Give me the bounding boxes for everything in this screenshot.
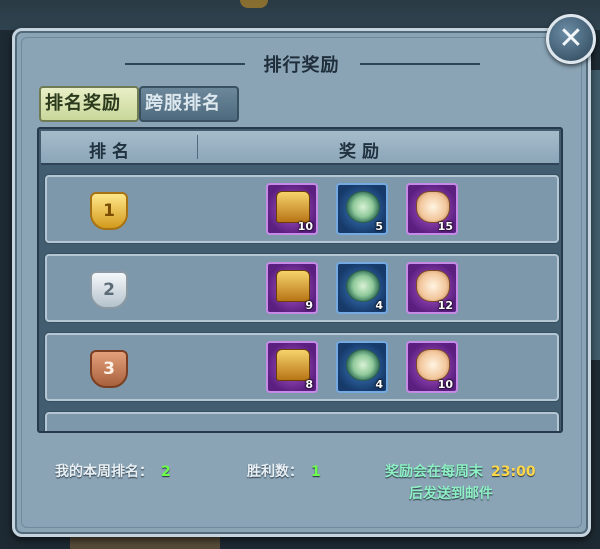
- reward-item[interactable]: 10: [406, 341, 458, 393]
- wins-label: 胜利数：: [247, 464, 303, 480]
- item-quantity: 10: [297, 220, 313, 233]
- rank-row-3: 3 8 4 10: [45, 333, 559, 401]
- jade-disc-icon: [346, 349, 380, 381]
- item-quantity: 12: [437, 299, 453, 312]
- my-rank-value: 2: [161, 464, 171, 480]
- reward-list[interactable]: 排名 奖励 1 10 5 15 2 9 4 12 3 8 4 10: [37, 127, 563, 433]
- reward-notice-line-2: 后发送到邮件: [409, 486, 493, 502]
- column-reward: 奖励: [339, 142, 385, 162]
- win-count: 胜利数： 1: [247, 461, 321, 481]
- rank-row-2: 2 9 4 12: [45, 254, 559, 322]
- notice-time: 23:00: [491, 464, 536, 480]
- seal-badge-icon: [416, 270, 450, 302]
- reward-item[interactable]: 4: [336, 262, 388, 314]
- treasure-chest-icon: [276, 349, 310, 381]
- dialog-title: 排行奖励: [263, 55, 340, 76]
- close-icon: ✕: [558, 21, 584, 56]
- reward-notice-line-1: 奖励会在每周末 23:00: [385, 461, 536, 481]
- list-header: 排名 奖励: [41, 131, 559, 165]
- bronze-medal-icon: 3: [90, 350, 128, 388]
- treasure-chest-icon: [276, 191, 310, 223]
- reward-item[interactable]: 8: [266, 341, 318, 393]
- seal-badge-icon: [416, 349, 450, 381]
- close-button[interactable]: ✕: [546, 14, 596, 64]
- item-quantity: 4: [375, 299, 383, 312]
- gold-medal-icon: 1: [90, 192, 128, 230]
- my-weekly-rank: 我的本周排名： 2: [55, 461, 171, 481]
- tab-cross-server-rank[interactable]: 跨服排名: [139, 86, 239, 122]
- my-rank-label: 我的本周排名：: [55, 464, 153, 480]
- item-quantity: 8: [305, 378, 313, 391]
- background-top-bar: [0, 0, 600, 30]
- header-divider: [197, 135, 198, 159]
- reward-item[interactable]: 10: [266, 183, 318, 235]
- wins-value: 1: [311, 464, 321, 480]
- seal-badge-icon: [416, 191, 450, 223]
- treasure-chest-icon: [276, 270, 310, 302]
- reward-item[interactable]: 4: [336, 341, 388, 393]
- rank-row-1: 1 10 5 15: [45, 175, 559, 243]
- item-quantity: 15: [437, 220, 453, 233]
- jade-disc-icon: [346, 270, 380, 302]
- coin-icon: [240, 0, 268, 8]
- reward-item[interactable]: 12: [406, 262, 458, 314]
- reward-item[interactable]: 5: [336, 183, 388, 235]
- notice-text: 奖励会在每周末: [385, 464, 483, 480]
- item-quantity: 5: [375, 220, 383, 233]
- item-quantity: 10: [437, 378, 453, 391]
- reward-item[interactable]: 15: [406, 183, 458, 235]
- rank-row-4-partial: [45, 412, 559, 431]
- column-rank: 排名: [89, 142, 135, 162]
- ranking-reward-dialog: 排行奖励 排名奖励 跨服排名 排名 奖励 1 10 5 15 2 9 4 12 …: [12, 28, 591, 537]
- item-quantity: 4: [375, 378, 383, 391]
- tab-rank-reward[interactable]: 排名奖励: [39, 86, 139, 122]
- item-quantity: 9: [305, 299, 313, 312]
- reward-item[interactable]: 9: [266, 262, 318, 314]
- title-ornament-right: [360, 63, 480, 65]
- silver-medal-icon: 2: [90, 271, 128, 309]
- jade-disc-icon: [346, 191, 380, 223]
